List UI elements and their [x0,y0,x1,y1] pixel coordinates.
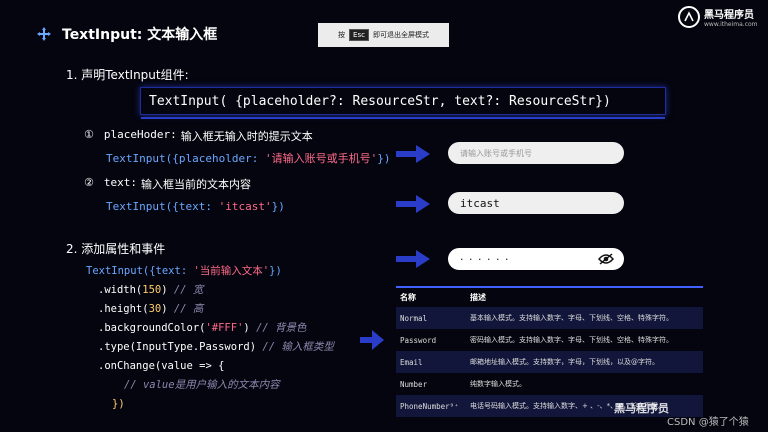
param2-code-close: }) [271,200,285,213]
placeholder-demo-input[interactable]: 请输入账号或手机号 [448,142,624,164]
codebox-underline [141,117,665,119]
arrow-right-icon [396,145,430,163]
text-demo-value: itcast [460,196,500,210]
param1-desc: 输入框无输入时的提示文本 [180,130,313,143]
watermark: 黑马程序员 [614,402,669,415]
logo-name: 黑马程序员 [704,10,754,21]
param2-number: ② [84,176,94,189]
input-type-table: 名称 描述 Normal 基本输入模式。支持输入数字、字母、下划线、空格、特殊字… [396,286,703,417]
table-header-name: 名称 [396,286,466,307]
table-row: Number 纯数字输入模式。 [400,379,526,389]
table-row: Password 密码输入模式。支持输入数字、字母、下划线、空格、特殊字符。 [400,335,673,345]
page-title: TextInput: 文本输入框 [62,27,218,43]
param1-number: ① [84,128,94,141]
param2-name: text: [103,176,137,189]
csdn-credit: CSDN @猿了个猿 [667,417,749,428]
signature-text: TextInput( {placeholder?: ResourceStr, t… [149,93,611,109]
section2-code: TextInput({text: '当前输入文本'}) .width(150) … [86,262,334,414]
table-row: Normal 基本输入模式。支持输入数字、字母、下划线、空格、特殊字符。 [396,307,703,329]
password-dots: · · · · · · [460,252,510,266]
signature-codebox: TextInput( {placeholder?: ResourceStr, t… [140,87,666,119]
arrow-right-icon [396,250,430,268]
logo-icon [678,6,700,28]
code-line-6: .onChange(value => { [98,360,225,372]
param1-code-close: }) [377,152,391,165]
table-row: Email 邮箱地址输入模式。支持数字，字母，下划线，以及@字符。 [396,351,703,373]
table-header-desc: 描述 [466,286,703,307]
fullscreen-exit-banner: 按 Esc 即可退出全屏模式 [318,23,449,47]
param2-row: ② text: 输入框当前的文本内容 [84,176,251,192]
param1-code: TextInput({placeholder: '请输入账号或手机号'}) [106,150,390,166]
param1-code-open: TextInput({placeholder: [106,152,265,165]
code-line-8: }) [112,398,125,410]
section1-heading: 1. 声明TextInput组件: [66,68,189,82]
code-line-5: .type(InputType.Password) // 输入框类型 [98,341,334,353]
section2-heading: 2. 添加属性和事件 [66,242,166,256]
code-line-2: .width(150) // 宽 [98,284,204,296]
param1-row: ① placeHoder: 输入框无输入时的提示文本 [84,128,313,144]
param2-code: TextInput({text: 'itcast'}) [106,200,285,213]
eye-icon[interactable] [598,253,614,265]
esc-key: Esc [349,29,369,41]
code-line-4: .backgroundColor('#FFF') // 背景色 [98,322,307,334]
esc-banner-suffix: 即可退出全屏模式 [372,31,429,39]
esc-banner-prefix: 按 [338,31,346,39]
placeholder-demo-text: 请输入账号或手机号 [460,148,532,158]
logo-site: www.itheima.com [704,21,758,28]
table-header-row: 名称 描述 [396,286,703,307]
param2-code-open: TextInput({text: [106,200,219,213]
move-icon [37,27,51,41]
code-line-1: TextInput({text: '当前输入文本'}) [86,265,282,277]
logo: 黑马程序员 www.itheima.com [678,6,758,28]
param1-name: placeHoder: [103,128,177,141]
title-row: TextInput: 文本输入框 [36,24,217,44]
arrow-right-icon [396,195,430,213]
code-line-3: .height(30) // 高 [98,303,204,315]
param2-desc: 输入框当前的文本内容 [141,178,251,191]
arrow-right-icon [360,330,384,350]
code-line-7: // value是用户输入的文本内容 [124,379,280,391]
param1-code-string: '请输入账号或手机号' [264,152,378,165]
password-demo-input[interactable]: · · · · · · [448,248,624,270]
text-demo-input[interactable]: itcast [448,192,624,214]
param2-code-string: 'itcast' [218,200,272,213]
